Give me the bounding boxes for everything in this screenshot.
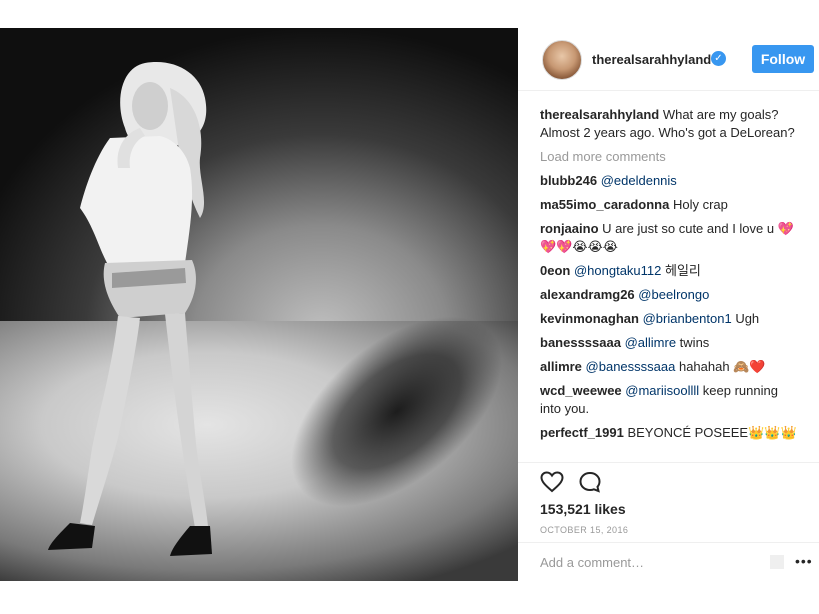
action-bar: 153,521 likes October 15, 2016	[518, 462, 819, 543]
follow-button[interactable]: Follow	[752, 45, 814, 73]
verified-badge-icon: ✓	[711, 51, 726, 66]
likes-count[interactable]: 153,521 likes	[540, 501, 626, 517]
comment-username[interactable]: 0eon	[540, 263, 570, 278]
comment-text: BEYONCÉ POSEEE👑👑👑	[623, 425, 797, 440]
comment-username[interactable]: wcd_weewee	[540, 383, 622, 398]
comment-username[interactable]: banessssaaa	[540, 335, 621, 350]
comment-mention[interactable]: @allimre	[625, 335, 676, 350]
comment-text: twins	[676, 335, 710, 350]
photo-figure	[48, 62, 212, 556]
comment-item: wcd_weewee @mariisoollll keep running in…	[540, 382, 800, 418]
comment-item: allimre @banessssaaa hahahah 🙈❤️	[540, 358, 800, 376]
comment-mention[interactable]: @hongtaku112	[574, 263, 661, 278]
comment-mention[interactable]: @banessssaaa	[586, 359, 676, 374]
caption: therealsarahhyland What are my goals? Al…	[540, 106, 800, 142]
comment-icon[interactable]	[578, 471, 602, 493]
comment-mention[interactable]: @beelrongo	[638, 287, 709, 302]
comment-mention[interactable]: @mariisoollll	[625, 383, 699, 398]
more-options-button[interactable]: •••	[795, 553, 813, 569]
avatar[interactable]	[542, 40, 582, 80]
comments-list[interactable]: therealsarahhyland What are my goals? Al…	[540, 106, 800, 462]
comment-mention[interactable]: @brianbenton1	[643, 311, 732, 326]
comment-username[interactable]: ma55imo_caradonna	[540, 197, 669, 212]
comment-text: Holy crap	[669, 197, 728, 212]
comment-text: hahahah 🙈❤️	[675, 359, 766, 374]
comment-text: 헤일리	[661, 263, 701, 278]
comment-username[interactable]: perfectf_1991	[540, 425, 624, 440]
comment-item: blubb246 @edeldennis	[540, 172, 800, 190]
comment-item: banessssaaa @allimre twins	[540, 334, 800, 352]
comment-item: kevinmonaghan @brianbenton1 Ugh	[540, 310, 800, 328]
post-photo[interactable]	[0, 28, 518, 581]
comment-item: alexandramg26 @beelrongo	[540, 286, 800, 304]
square-icon	[770, 555, 784, 569]
add-comment-bar: •••	[518, 542, 819, 582]
post-date: October 15, 2016	[540, 525, 629, 535]
comment-item: ronjaaino U are just so cute and I love …	[540, 220, 800, 256]
comment-mention[interactable]: @edeldennis	[601, 173, 677, 188]
comment-text: Ugh	[731, 311, 760, 326]
comment-username[interactable]: kevinmonaghan	[540, 311, 639, 326]
comments: blubb246 @edeldennis ma55imo_caradonna Ho…	[540, 172, 800, 442]
comment-username[interactable]: blubb246	[540, 173, 597, 188]
comment-username[interactable]: alexandramg26	[540, 287, 635, 302]
post-panel: therealsarahhyland ✓ Follow therealsarah…	[518, 28, 819, 581]
load-more-comments-link[interactable]: Load more comments	[540, 148, 800, 166]
caption-username[interactable]: therealsarahhyland	[540, 107, 659, 122]
comment-username[interactable]: ronjaaino	[540, 221, 599, 236]
comment-item: perfectf_1991 BEYONCÉ POSEEE👑👑👑	[540, 424, 800, 442]
add-comment-input[interactable]	[540, 551, 760, 573]
comment-username[interactable]: allimre	[540, 359, 582, 374]
comment-item: 0eon @hongtaku112 헤일리	[540, 262, 800, 280]
comment-item: ma55imo_caradonna Holy crap	[540, 196, 800, 214]
post-header: therealsarahhyland ✓ Follow	[518, 28, 819, 91]
heart-icon[interactable]	[540, 471, 564, 493]
header-username[interactable]: therealsarahhyland	[592, 52, 711, 67]
